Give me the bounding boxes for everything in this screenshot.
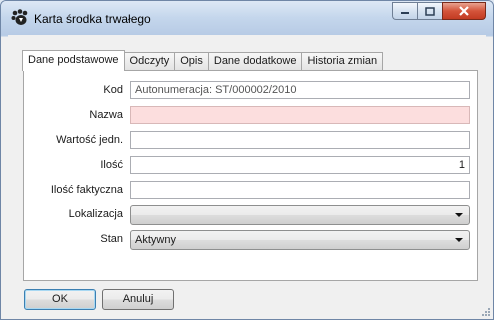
tab-historia-zmian[interactable]: Historia zmian	[301, 52, 384, 70]
wartosc-label: Wartość jedn.	[56, 134, 123, 146]
close-button[interactable]	[442, 2, 486, 20]
close-icon	[459, 6, 469, 16]
dialog-window: Karta środka trwałego Dane podstawowe Od…	[0, 0, 494, 320]
stan-value: Aktywny	[135, 234, 176, 246]
nazwa-field[interactable]	[130, 106, 470, 124]
row-ilosc: Ilość 1	[24, 156, 477, 174]
ilosc-faktyczna-label: Ilość faktyczna	[50, 184, 123, 196]
maximize-icon	[425, 6, 435, 16]
row-nazwa: Nazwa	[24, 106, 477, 124]
row-lokalizacja: Lokalizacja	[24, 205, 477, 225]
resize-grip-icon[interactable]	[481, 307, 491, 317]
title-bar[interactable]: Karta środka trwałego	[1, 1, 493, 35]
row-stan: Stan Aktywny	[24, 230, 477, 250]
kod-label: Kod	[103, 84, 123, 96]
lokalizacja-dropdown[interactable]	[130, 205, 470, 225]
minimize-button[interactable]	[392, 2, 417, 20]
tab-dane-dodatkowe[interactable]: Dane dodatkowe	[207, 52, 303, 70]
lokalizacja-label: Lokalizacja	[68, 208, 123, 220]
tab-panel-dane-podstawowe: Kod Autonumeracja: ST/000002/2010 Nazwa …	[23, 70, 478, 281]
maximize-button[interactable]	[417, 2, 442, 20]
ilosc-faktyczna-field[interactable]	[130, 181, 470, 199]
window-title: Karta środka trwałego	[34, 12, 151, 26]
row-kod: Kod Autonumeracja: ST/000002/2010	[24, 81, 477, 99]
ilosc-label: Ilość	[100, 159, 123, 171]
stan-dropdown[interactable]: Aktywny	[130, 230, 470, 250]
stan-label: Stan	[100, 233, 123, 245]
tab-strip: Dane podstawowe Odczyty Opis Dane dodatk…	[22, 50, 384, 71]
row-ilosc-faktyczna: Ilość faktyczna	[24, 181, 477, 199]
asset-card-icon	[11, 9, 28, 25]
cancel-button[interactable]: Anuluj	[102, 289, 174, 310]
tab-dane-podstawowe[interactable]: Dane podstawowe	[22, 50, 125, 71]
row-wartosc: Wartość jedn.	[24, 131, 477, 149]
nazwa-label: Nazwa	[89, 109, 123, 121]
caption-buttons	[392, 2, 486, 22]
minimize-icon	[401, 12, 409, 14]
chevron-down-icon	[455, 238, 463, 242]
chevron-down-icon	[455, 213, 463, 217]
tab-opis[interactable]: Opis	[174, 52, 209, 70]
ilosc-field[interactable]: 1	[130, 156, 470, 174]
wartosc-field[interactable]	[130, 131, 470, 149]
kod-field[interactable]: Autonumeracja: ST/000002/2010	[130, 81, 470, 99]
tab-odczyty[interactable]: Odczyty	[123, 52, 176, 70]
dialog-client-area: Dane podstawowe Odczyty Opis Dane dodatk…	[8, 35, 486, 313]
ok-button[interactable]: OK	[24, 289, 96, 310]
